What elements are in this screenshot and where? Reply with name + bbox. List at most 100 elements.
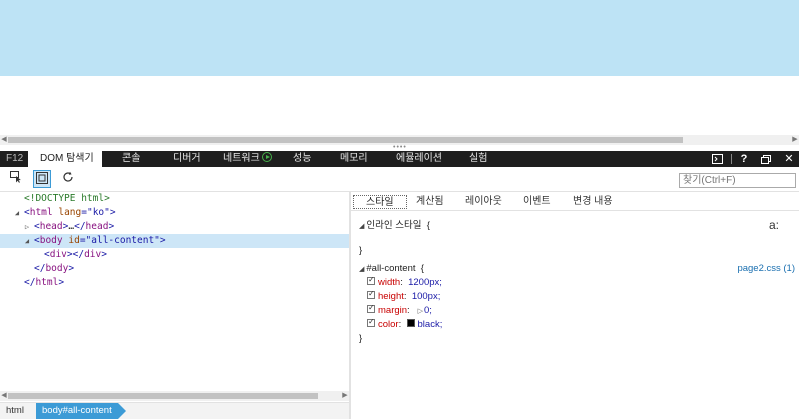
- close-icon[interactable]: ✕: [782, 151, 796, 167]
- prop-name[interactable]: height: [378, 291, 404, 302]
- dom-horizontal-scrollbar[interactable]: ◀ ▶: [0, 391, 349, 401]
- dom-node-doctype[interactable]: <!DOCTYPE html>: [0, 192, 349, 206]
- id-value: "all-content": [85, 235, 160, 246]
- page-content-box: [0, 0, 799, 76]
- tab-debugger[interactable]: 디버거: [173, 151, 201, 167]
- breadcrumb-item-html[interactable]: html: [6, 403, 24, 419]
- find-input[interactable]: [679, 173, 796, 188]
- tab-bar-divider: [731, 154, 732, 164]
- rule-header[interactable]: ◢ #all-content {: [359, 262, 424, 276]
- expand-rule-icon[interactable]: ◢: [359, 266, 364, 273]
- color-swatch[interactable]: [406, 319, 415, 328]
- inline-close-brace: }: [359, 245, 363, 256]
- scrollbar-thumb[interactable]: [8, 137, 683, 143]
- rule-source-link[interactable]: page2.css (1): [737, 262, 795, 276]
- scroll-right-icon[interactable]: ▶: [791, 135, 799, 145]
- lang-value: "ko": [86, 207, 110, 218]
- prop-checkbox[interactable]: [367, 275, 375, 286]
- lang-attr: lang: [58, 207, 82, 218]
- dom-tree-pane: <!DOCTYPE html> ◢ <html lang="ko"> ▷ <he…: [0, 191, 349, 401]
- prop-checkbox[interactable]: [367, 303, 375, 314]
- head-close-tag: head: [85, 221, 109, 232]
- dom-node-body-close[interactable]: </body>: [0, 262, 349, 276]
- id-attr: id: [68, 235, 80, 246]
- rule-selector: #all-content: [366, 263, 416, 274]
- select-element-icon[interactable]: [7, 170, 25, 188]
- tab-experiments[interactable]: 실험: [469, 151, 487, 167]
- breadcrumb: html body#all-content: [0, 402, 349, 419]
- tab-dom-explorer[interactable]: DOM 탐색기: [28, 151, 102, 167]
- prop-value[interactable]: black;: [418, 319, 443, 330]
- undock-icon[interactable]: [759, 151, 773, 167]
- inline-style-label: 인라인 스타일: [366, 220, 422, 231]
- rule-close-brace: }: [359, 333, 363, 344]
- div-close-tag: div: [84, 249, 102, 260]
- help-icon[interactable]: ?: [737, 151, 751, 167]
- tab-memory[interactable]: 메모리: [340, 151, 368, 167]
- rule-open-brace: {: [420, 263, 424, 274]
- scrollbar-thumb[interactable]: [8, 393, 318, 399]
- body-tag: body: [39, 235, 63, 246]
- tab-network-label: 네트워크: [223, 153, 260, 164]
- page-viewport: ◀ ▶: [0, 0, 799, 146]
- scroll-left-icon[interactable]: ◀: [0, 135, 8, 145]
- tab-performance[interactable]: 성능: [293, 151, 311, 167]
- head-tag: head: [39, 221, 63, 232]
- dom-node-body[interactable]: ◢ <body id="all-content">: [0, 234, 349, 248]
- subtab-computed[interactable]: 계산됨: [408, 195, 452, 209]
- record-play-icon[interactable]: [261, 152, 272, 163]
- prop-margin: margin: ▷0;: [367, 303, 432, 318]
- highlight-elements-glyph-icon: [36, 172, 48, 184]
- prop-checkbox[interactable]: [367, 317, 375, 328]
- prop-name[interactable]: color: [378, 319, 399, 330]
- tab-console[interactable]: 콘솔: [122, 151, 140, 167]
- subtab-changes[interactable]: 변경 내용: [565, 195, 621, 209]
- expand-head-icon[interactable]: ▷: [23, 220, 31, 234]
- prop-name[interactable]: width: [378, 277, 400, 288]
- doctype-text: <!DOCTYPE html>: [24, 193, 110, 204]
- console-toggle-glyph-icon: [711, 154, 723, 165]
- dom-node-html[interactable]: ◢ <html lang="ko">: [0, 206, 349, 220]
- prop-color: color: black;: [367, 317, 443, 332]
- body-close-tag: body: [45, 263, 69, 274]
- div-tag: div: [49, 249, 67, 260]
- prop-checkbox[interactable]: [367, 289, 375, 300]
- splitter-grip-icon[interactable]: ••••: [393, 144, 407, 151]
- select-element-glyph-icon: [10, 171, 21, 183]
- console-toggle-icon[interactable]: [710, 151, 724, 167]
- prop-name[interactable]: margin: [378, 305, 407, 316]
- styles-subtabs: 스타일 계산됨 레이아웃 이벤트 변경 내용: [351, 192, 799, 211]
- breadcrumb-item-body[interactable]: body#all-content: [36, 403, 126, 419]
- refresh-glyph-icon: [63, 171, 73, 182]
- prop-value[interactable]: 100px;: [412, 291, 441, 302]
- html-close-tag: html: [35, 277, 59, 288]
- refresh-icon[interactable]: [59, 170, 77, 188]
- expand-shorthand-icon[interactable]: ▷: [418, 308, 423, 315]
- tab-emulation[interactable]: 에뮬레이션: [396, 151, 442, 167]
- dom-node-html-close[interactable]: </html>: [0, 276, 349, 290]
- tab-network[interactable]: 네트워크: [223, 151, 272, 167]
- expand-html-icon[interactable]: ◢: [13, 206, 21, 220]
- highlight-elements-icon[interactable]: [33, 170, 51, 188]
- prop-width: width: 1200px;: [367, 275, 442, 290]
- styles-body: ◢ 인라인 스타일 { a: } ◢ #all-content { page2.cs…: [351, 212, 799, 420]
- scroll-right-icon[interactable]: ▶: [341, 391, 349, 401]
- expand-inline-icon[interactable]: ◢: [359, 223, 364, 230]
- prop-value[interactable]: 1200px;: [408, 277, 442, 288]
- subtab-styles[interactable]: 스타일: [353, 195, 407, 209]
- html-tag: html: [29, 207, 53, 218]
- scroll-left-icon[interactable]: ◀: [0, 391, 8, 401]
- subtab-layout[interactable]: 레이아웃: [457, 195, 510, 209]
- tab-f12: F12: [6, 153, 24, 164]
- pseudo-state-toggle[interactable]: a:: [769, 218, 779, 232]
- inline-style-header[interactable]: ◢ 인라인 스타일 {: [359, 219, 430, 233]
- undock-glyph-icon: [761, 154, 771, 164]
- prop-value[interactable]: 0;: [424, 305, 432, 316]
- styles-pane: 스타일 계산됨 레이아웃 이벤트 변경 내용 ◢ 인라인 스타일 { a: } ◢…: [351, 191, 799, 419]
- devtools-tab-bar: F12 DOM 탐색기 콘솔 디버거 네트워크 성능 메모리 에뮬레이션 실험 …: [0, 151, 799, 167]
- subtab-events[interactable]: 이벤트: [515, 195, 559, 209]
- inline-open-brace: {: [426, 220, 430, 231]
- dom-node-head[interactable]: ▷ <head>…</head>: [0, 220, 349, 234]
- dom-node-div[interactable]: <div></div>: [0, 248, 349, 262]
- expand-body-icon[interactable]: ◢: [23, 234, 31, 248]
